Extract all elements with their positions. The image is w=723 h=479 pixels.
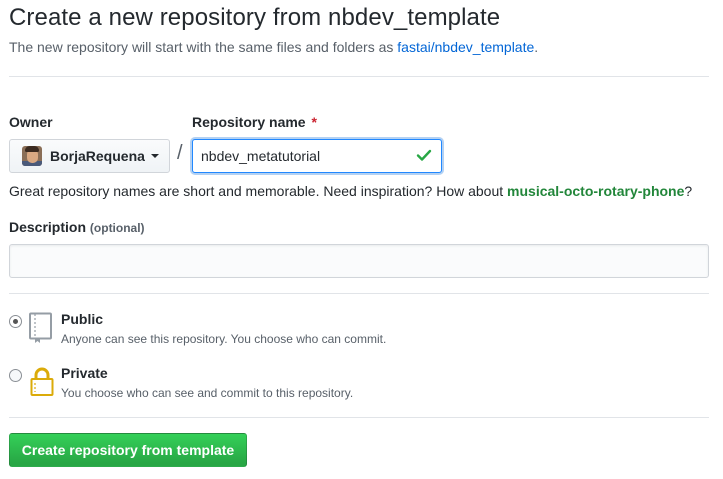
description-label-text: Description [9, 219, 87, 235]
owner-name: BorjaRequena [50, 148, 145, 164]
private-option-title: Private [61, 365, 108, 381]
public-radio[interactable] [9, 315, 22, 328]
description-divider [9, 293, 709, 294]
repo-name-label-text: Repository name [192, 114, 306, 130]
private-option-description: You choose who can see and commit to thi… [61, 386, 354, 400]
public-option-title: Public [61, 311, 104, 327]
hint-text: Great repository names are short and mem… [9, 183, 508, 199]
private-radio[interactable] [9, 369, 22, 382]
repo-name-label: Repository name * [192, 114, 317, 130]
check-icon [416, 149, 432, 161]
page-title: Create a new repository from nbdev_templ… [9, 4, 501, 31]
owner-label: Owner [9, 114, 53, 130]
template-link[interactable]: fastai/nbdev_template [397, 39, 534, 55]
optional-note: (optional) [89, 221, 145, 235]
name-suggestion-hint: Great repository names are short and mem… [9, 183, 692, 199]
chevron-down-icon [150, 154, 159, 158]
name-suggestion[interactable]: musical-octo-rotary-phone [507, 183, 684, 199]
repo-name-input[interactable] [192, 139, 442, 173]
description-input[interactable] [9, 244, 709, 278]
owner-dropdown[interactable]: BorjaRequena [9, 139, 170, 173]
create-repository-button[interactable]: Create repository from template [9, 433, 247, 467]
public-option-description: Anyone can see this repository. You choo… [61, 332, 387, 346]
hint-suffix: ? [684, 183, 693, 199]
required-marker: * [311, 114, 317, 130]
header-divider [9, 76, 709, 77]
subtitle-suffix: . [534, 39, 539, 55]
book-icon [29, 312, 52, 343]
visibility-divider [9, 417, 709, 418]
avatar [22, 146, 42, 166]
subtitle-text: The new repository will start with the s… [9, 39, 398, 55]
owner-repo-separator: / [177, 142, 183, 164]
page-subtitle: The new repository will start with the s… [9, 39, 538, 55]
lock-icon [30, 367, 54, 396]
description-label: Description (optional) [9, 219, 145, 235]
